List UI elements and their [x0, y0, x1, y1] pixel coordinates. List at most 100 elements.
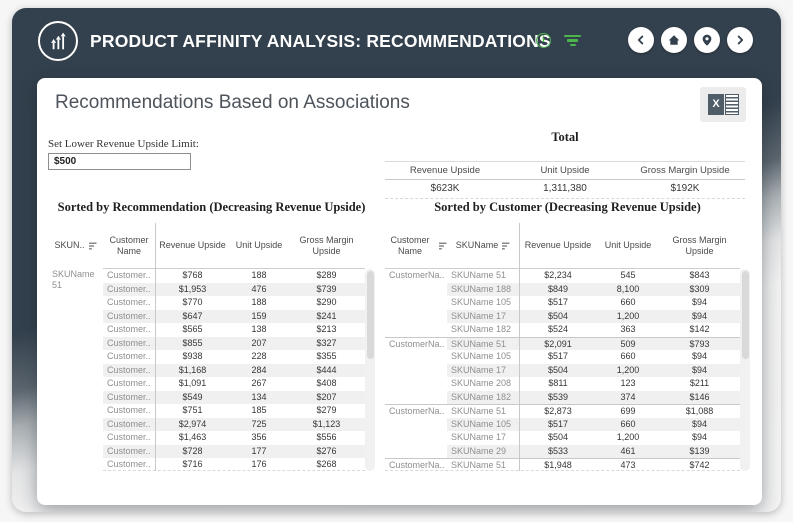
revenue-upside-cell[interactable]: $849 [519, 283, 597, 297]
nav-forward-button[interactable] [727, 27, 753, 53]
table-row[interactable]: Customer.. $1,168 284 $444 [103, 363, 365, 378]
customer-name-cell[interactable]: Customer.. [103, 391, 155, 405]
revenue-upside-cell[interactable]: $524 [519, 323, 597, 337]
table-row[interactable]: SKUName 17 $504 1,200 $94 [385, 363, 740, 378]
filter-icon[interactable] [564, 34, 581, 47]
column-header-revenue-upside[interactable]: Revenue Upside [519, 223, 597, 268]
unit-upside-cell[interactable]: 134 [230, 391, 288, 405]
customer-name-cell[interactable] [385, 283, 447, 297]
unit-upside-cell[interactable]: 176 [230, 458, 288, 472]
gross-margin-cell[interactable]: $290 [288, 296, 365, 310]
customer-name-cell[interactable]: Customer.. [103, 377, 155, 391]
table-row[interactable]: CustomerNa.. SKUName 51 $1,948 473 $742 [385, 458, 740, 472]
unit-upside-cell[interactable]: 207 [230, 337, 288, 351]
column-header-customer-name[interactable]: Customer Name [385, 223, 447, 268]
skuname-cell[interactable]: SKUName 208 [447, 377, 519, 391]
revenue-upside-cell[interactable]: $1,948 [519, 459, 597, 472]
nav-location-button[interactable] [694, 27, 720, 53]
skuname-cell[interactable]: SKUName 17 [447, 310, 519, 324]
revenue-upside-cell[interactable]: $1,463 [155, 431, 230, 445]
revenue-upside-cell[interactable]: $2,873 [519, 405, 597, 418]
revenue-upside-cell[interactable]: $549 [155, 391, 230, 405]
skuname-cell[interactable]: SKUName 51 [447, 269, 519, 283]
table-row[interactable]: SKUName 105 $517 660 $94 [385, 296, 740, 310]
table-row[interactable]: SKUName 208 $811 123 $211 [385, 377, 740, 391]
customer-name-cell[interactable]: Customer.. [103, 283, 155, 297]
column-header-gross-margin-upside[interactable]: Gross Margin Upside [659, 223, 740, 268]
gross-margin-cell[interactable]: $408 [288, 377, 365, 391]
table-row[interactable]: Customer.. $855 207 $327 [103, 336, 365, 351]
info-icon[interactable]: i [536, 33, 551, 48]
unit-upside-cell[interactable]: 725 [230, 418, 288, 432]
table-row[interactable]: SKUName 182 $524 363 $142 [385, 323, 740, 337]
unit-upside-cell[interactable]: 461 [597, 445, 659, 459]
skuname-cell[interactable]: SKUName 17 [447, 431, 519, 445]
column-header-revenue-upside[interactable]: Revenue Upside [155, 223, 230, 268]
skuname-cell[interactable]: SKUName 182 [447, 391, 519, 405]
unit-upside-cell[interactable]: 660 [597, 350, 659, 364]
customer-name-cell[interactable]: Customer.. [103, 404, 155, 418]
scrollbar-thumb[interactable] [741, 271, 749, 359]
skuname-cell[interactable]: SKUName 105 [447, 350, 519, 364]
unit-upside-cell[interactable]: 699 [597, 405, 659, 418]
unit-upside-cell[interactable]: 228 [230, 350, 288, 364]
revenue-upside-cell[interactable]: $1,953 [155, 283, 230, 297]
unit-upside-cell[interactable]: 1,200 [597, 364, 659, 378]
customer-name-cell[interactable] [385, 377, 447, 391]
table-row[interactable]: Customer.. $549 134 $207 [103, 390, 365, 405]
column-header-skuname[interactable]: SKUName [447, 223, 519, 268]
revenue-upside-cell[interactable]: $504 [519, 310, 597, 324]
gross-margin-cell[interactable]: $556 [288, 431, 365, 445]
customer-name-cell[interactable] [385, 364, 447, 378]
unit-upside-cell[interactable]: 8,100 [597, 283, 659, 297]
skuname-cell[interactable]: SKUName 51 [447, 338, 519, 351]
customer-name-cell[interactable]: Customer.. [103, 458, 155, 472]
gross-margin-cell[interactable]: $843 [659, 269, 740, 283]
unit-upside-cell[interactable]: 177 [230, 445, 288, 459]
revenue-upside-cell[interactable]: $504 [519, 431, 597, 445]
customer-name-cell[interactable] [385, 418, 447, 432]
customer-name-cell[interactable]: Customer.. [103, 310, 155, 324]
nav-home-button[interactable] [661, 27, 687, 53]
revenue-upside-cell[interactable]: $504 [519, 364, 597, 378]
unit-upside-cell[interactable]: 363 [597, 323, 659, 337]
gross-margin-cell[interactable]: $268 [288, 458, 365, 472]
gross-margin-cell[interactable]: $139 [659, 445, 740, 459]
right-table-scrollbar[interactable] [740, 269, 750, 471]
unit-upside-cell[interactable]: 374 [597, 391, 659, 405]
table-row[interactable]: SKUName 29 $533 461 $139 [385, 444, 740, 459]
left-table-scrollbar[interactable] [365, 269, 375, 471]
column-header-skuname[interactable]: SKUN.. [48, 223, 103, 268]
table-row[interactable]: Customer.. $1,091 267 $408 [103, 377, 365, 391]
table-row[interactable]: SKUName 17 $504 1,200 $94 [385, 309, 740, 324]
table-row[interactable]: SKUName 105 $517 660 $94 [385, 417, 740, 432]
table-row[interactable]: CustomerNa.. SKUName 51 $2,873 699 $1,088 [385, 404, 740, 418]
customer-name-cell[interactable]: Customer.. [103, 323, 155, 337]
column-header-unit-upside[interactable]: Unit Upside [597, 223, 659, 268]
column-header-customer-name[interactable]: Customer Name [103, 223, 155, 268]
customer-name-cell[interactable] [385, 431, 447, 445]
customer-name-cell[interactable]: CustomerNa.. [385, 338, 447, 351]
gross-margin-cell[interactable]: $213 [288, 323, 365, 337]
customer-name-cell[interactable] [385, 391, 447, 405]
table-row[interactable]: Customer.. $751 185 $279 [103, 404, 365, 418]
gross-margin-cell[interactable]: $94 [659, 310, 740, 324]
gross-margin-cell[interactable]: $309 [659, 283, 740, 297]
revenue-upside-cell[interactable]: $716 [155, 458, 230, 472]
table-row[interactable]: SKUName 105 $517 660 $94 [385, 350, 740, 364]
unit-upside-cell[interactable]: 509 [597, 338, 659, 351]
revenue-upside-cell[interactable]: $1,091 [155, 377, 230, 391]
revenue-upside-cell[interactable]: $855 [155, 337, 230, 351]
nav-back-button[interactable] [628, 27, 654, 53]
gross-margin-cell[interactable]: $241 [288, 310, 365, 324]
gross-margin-cell[interactable]: $355 [288, 350, 365, 364]
gross-margin-cell[interactable]: $94 [659, 431, 740, 445]
customer-name-cell[interactable]: Customer.. [103, 364, 155, 378]
skuname-cell[interactable]: SKUName 51 [447, 459, 519, 472]
skuname-cell[interactable]: SKUName 188 [447, 283, 519, 297]
gross-margin-cell[interactable]: $207 [288, 391, 365, 405]
revenue-upside-cell[interactable]: $517 [519, 296, 597, 310]
table-row[interactable]: SKUName 188 $849 8,100 $309 [385, 282, 740, 297]
gross-margin-cell[interactable]: $94 [659, 418, 740, 432]
unit-upside-cell[interactable]: 545 [597, 269, 659, 283]
